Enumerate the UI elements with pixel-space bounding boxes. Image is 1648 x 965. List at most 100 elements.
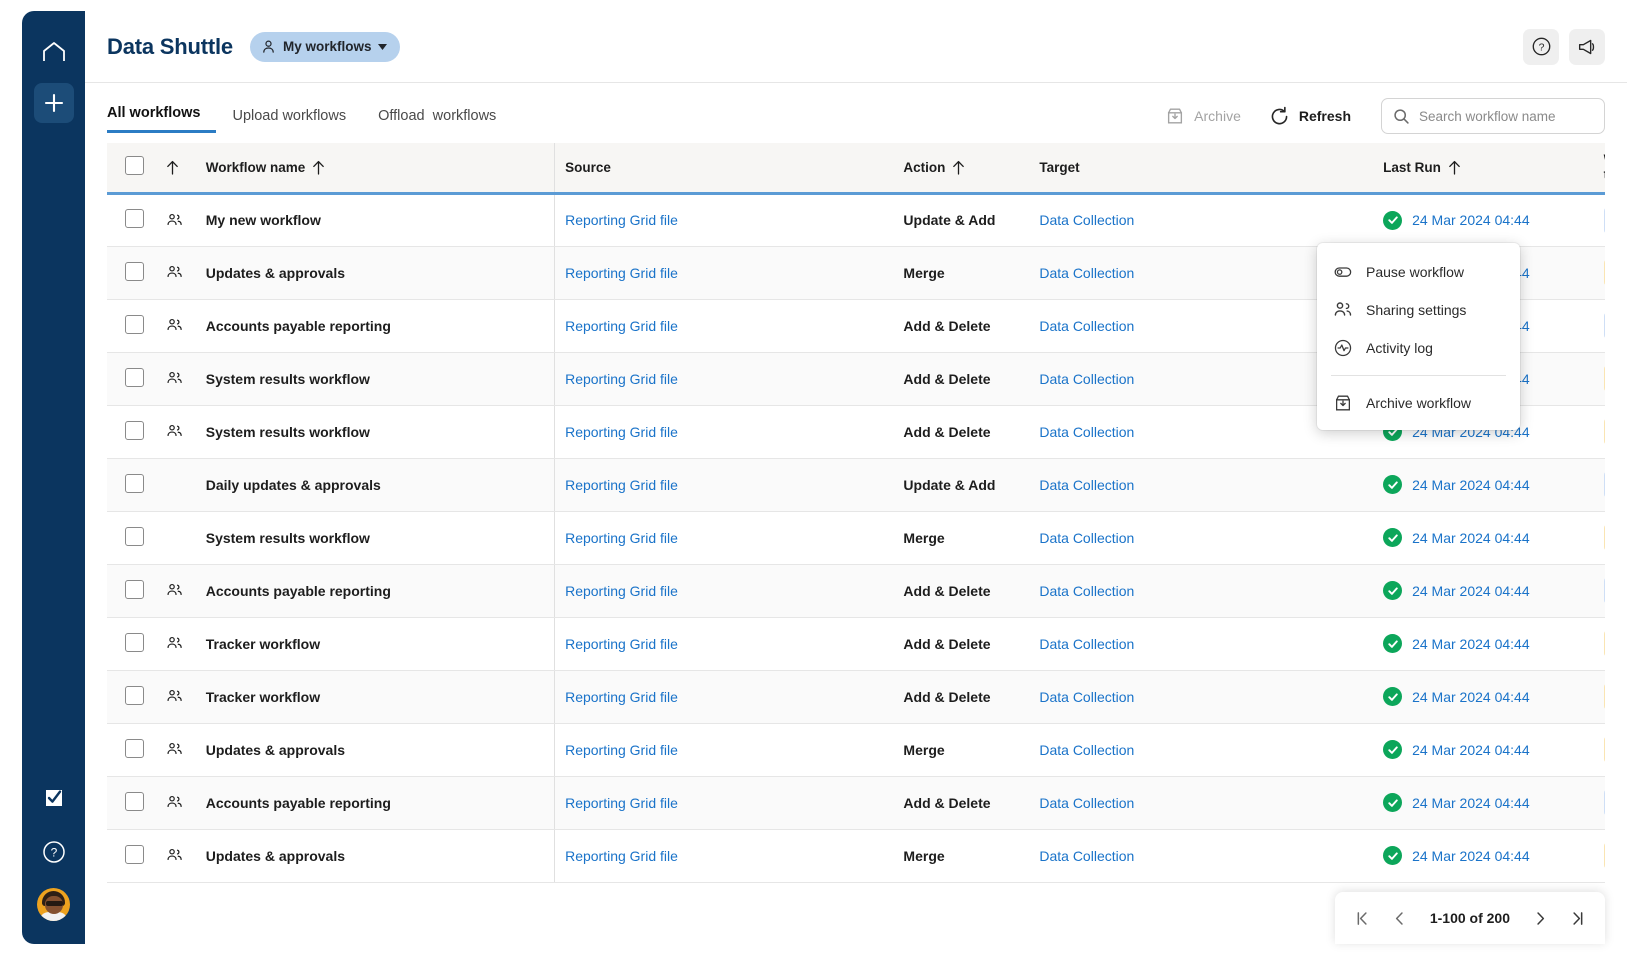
source-link[interactable]: Reporting Grid file (565, 318, 678, 334)
th-sort-indicator[interactable] (166, 143, 206, 193)
th-workflow-type[interactable]: Workflow type (1604, 143, 1605, 193)
row-checkbox[interactable] (125, 845, 144, 864)
row-checkbox[interactable] (125, 633, 144, 652)
help-button[interactable]: ? (1523, 29, 1559, 65)
table-row[interactable]: Updates & approvals Reporting Grid file … (107, 829, 1605, 882)
table-row[interactable]: Tracker workflow Reporting Grid file Add… (107, 617, 1605, 670)
source-link[interactable]: Reporting Grid file (565, 477, 678, 493)
source-link[interactable]: Reporting Grid file (565, 848, 678, 864)
menu-item-label: Sharing settings (1366, 302, 1466, 318)
target-link[interactable]: Data Collection (1039, 848, 1134, 864)
action-label: Merge (903, 530, 944, 546)
row-checkbox[interactable] (125, 580, 144, 599)
sidebar-item-tasks[interactable] (36, 780, 72, 816)
sidebar-item-help[interactable]: ? (36, 834, 72, 870)
source-link[interactable]: Reporting Grid file (565, 424, 678, 440)
table-row[interactable]: Accounts payable reporting Reporting Gri… (107, 776, 1605, 829)
target-link[interactable]: Data Collection (1039, 371, 1134, 387)
row-type-cell: Offload (1604, 670, 1605, 723)
target-link[interactable]: Data Collection (1039, 530, 1134, 546)
table-row[interactable]: My new workflow Reporting Grid file Upda… (107, 193, 1605, 246)
row-checkbox[interactable] (125, 368, 144, 387)
row-source-cell: Reporting Grid file (555, 246, 904, 299)
people-icon (166, 582, 206, 599)
target-link[interactable]: Data Collection (1039, 424, 1134, 440)
row-checkbox[interactable] (125, 315, 144, 334)
source-link[interactable]: Reporting Grid file (565, 265, 678, 281)
menu-item-activity-log[interactable]: Activity log (1317, 329, 1520, 367)
source-link[interactable]: Reporting Grid file (565, 689, 678, 705)
sidebar-item-home[interactable] (36, 34, 72, 70)
th-source[interactable]: Source (555, 143, 904, 193)
th-workflow-name[interactable]: Workflow name (206, 143, 555, 193)
next-page-button[interactable] (1525, 903, 1556, 934)
row-action-cell: Merge (903, 829, 1039, 882)
workflow-type-badge: Upload (1604, 789, 1605, 816)
row-checkbox[interactable] (125, 421, 144, 440)
row-source-cell: Reporting Grid file (555, 723, 904, 776)
tab-offload-workflows[interactable]: Offload workflows (362, 108, 512, 133)
last-page-button[interactable] (1562, 903, 1593, 934)
source-link[interactable]: Reporting Grid file (565, 530, 678, 546)
workspace-selector[interactable]: My workflows (250, 32, 401, 62)
menu-item-pause-workflow[interactable]: Pause workflow (1317, 253, 1520, 291)
target-link[interactable]: Data Collection (1039, 689, 1134, 705)
sidebar-item-new[interactable] (34, 83, 74, 123)
row-checkbox[interactable] (125, 474, 144, 493)
row-checkbox[interactable] (125, 209, 144, 228)
table-row[interactable]: Accounts payable reporting Reporting Gri… (107, 564, 1605, 617)
table-row[interactable]: Daily updates & approvals Reporting Grid… (107, 458, 1605, 511)
avatar[interactable] (37, 888, 70, 921)
announcements-button[interactable] (1569, 29, 1605, 65)
refresh-button[interactable]: Refresh (1255, 100, 1365, 133)
row-checkbox[interactable] (125, 686, 144, 705)
target-link[interactable]: Data Collection (1039, 742, 1134, 758)
add-icon (44, 93, 64, 113)
tab-upload-workflows[interactable]: Upload workflows (216, 108, 362, 133)
row-checkbox[interactable] (125, 739, 144, 758)
toggle-icon (1333, 262, 1353, 282)
target-link[interactable]: Data Collection (1039, 795, 1134, 811)
source-link[interactable]: Reporting Grid file (565, 212, 678, 228)
search-input[interactable] (1419, 109, 1593, 124)
last-run-value: 24 Mar 2024 04:44 (1412, 212, 1530, 228)
source-link[interactable]: Reporting Grid file (565, 795, 678, 811)
th-action[interactable]: Action (903, 143, 1039, 193)
target-link[interactable]: Data Collection (1039, 318, 1134, 334)
target-link[interactable]: Data Collection (1039, 265, 1134, 281)
menu-item-sharing-settings[interactable]: Sharing settings (1317, 291, 1520, 329)
th-target[interactable]: Target (1039, 143, 1383, 193)
action-label: Merge (903, 848, 944, 864)
search-box[interactable] (1381, 98, 1605, 134)
table-row[interactable]: System results workflow Reporting Grid f… (107, 511, 1605, 564)
row-checkbox[interactable] (125, 262, 144, 281)
row-checkbox[interactable] (125, 527, 144, 546)
archive-icon (1333, 393, 1353, 413)
source-link[interactable]: Reporting Grid file (565, 742, 678, 758)
prev-page-button[interactable] (1384, 903, 1415, 934)
th-last-run[interactable]: Last Run (1383, 143, 1604, 193)
menu-item-archive-workflow[interactable]: Archive workflow (1317, 384, 1520, 422)
row-checkbox[interactable] (125, 792, 144, 811)
source-link[interactable]: Reporting Grid file (565, 636, 678, 652)
select-all-checkbox[interactable] (125, 156, 144, 175)
people-icon (166, 370, 206, 387)
table-row[interactable]: Updates & approvals Reporting Grid file … (107, 723, 1605, 776)
target-link[interactable]: Data Collection (1039, 212, 1134, 228)
row-type-cell: Offload (1604, 829, 1605, 882)
target-link[interactable]: Data Collection (1039, 477, 1134, 493)
first-page-button[interactable] (1347, 903, 1378, 934)
table-row[interactable]: Tracker workflow Reporting Grid file Add… (107, 670, 1605, 723)
source-link[interactable]: Reporting Grid file (565, 583, 678, 599)
target-link[interactable]: Data Collection (1039, 636, 1134, 652)
archive-button[interactable]: Archive (1151, 100, 1255, 132)
row-target-cell: Data Collection (1039, 193, 1383, 246)
workflow-type-badge: Offload (1604, 524, 1605, 551)
tab-all-workflows[interactable]: All workflows (107, 105, 216, 133)
row-name-cell: Daily updates & approvals (206, 458, 555, 511)
source-link[interactable]: Reporting Grid file (565, 371, 678, 387)
target-link[interactable]: Data Collection (1039, 583, 1134, 599)
workflow-name: Accounts payable reporting (206, 318, 391, 334)
workflow-name: Accounts payable reporting (206, 795, 391, 811)
workflow-name: Updates & approvals (206, 265, 345, 281)
